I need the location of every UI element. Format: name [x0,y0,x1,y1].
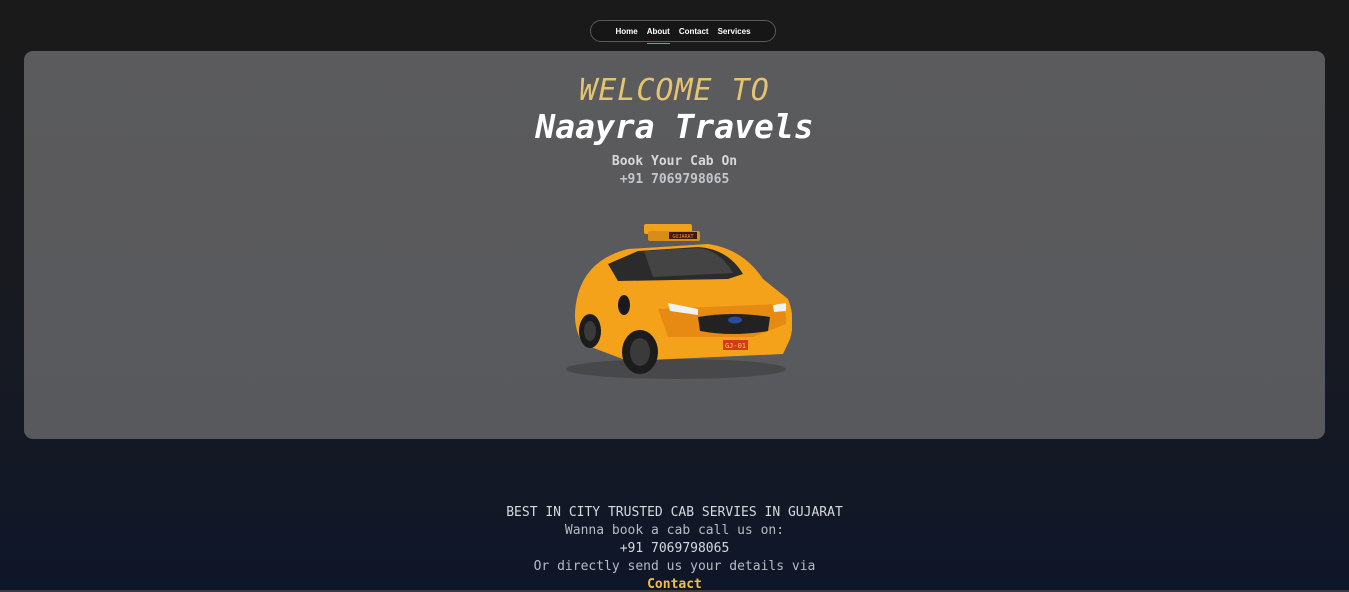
info-section: BEST IN CITY TRUSTED CAB SERVIES IN GUJA… [0,504,1349,592]
info-phone-number[interactable]: +91 7069798065 [0,540,1349,558]
info-details-line: Or directly send us your details via [533,559,816,574]
welcome-heading: WELCOME TO [579,73,770,108]
book-cab-text: Book Your Cab On [611,154,738,169]
nav-home-link[interactable]: Home [615,27,637,36]
nav-services-link[interactable]: Services [718,27,751,36]
info-call-line: Wanna book a cab call us on: [564,523,785,538]
nav-about-link[interactable]: About [646,27,670,44]
brand-title: Naayra Travels [535,107,814,146]
license-plate-text: GJ-01 [725,342,746,350]
nav-contact-link[interactable]: Contact [679,27,709,36]
taxi-car-image: GUJARAT GJ-01 [566,224,792,379]
info-headline: BEST IN CITY TRUSTED CAB SERVIES IN GUJA… [506,505,843,520]
hero-phone-number[interactable]: +91 7069798065 [24,172,1325,187]
hero-banner: WELCOME TO Naayra Travels Book Your Cab … [24,51,1325,439]
roof-sign-text: GUJARAT [672,234,693,240]
top-nav: Home About Contact Services [590,20,776,44]
